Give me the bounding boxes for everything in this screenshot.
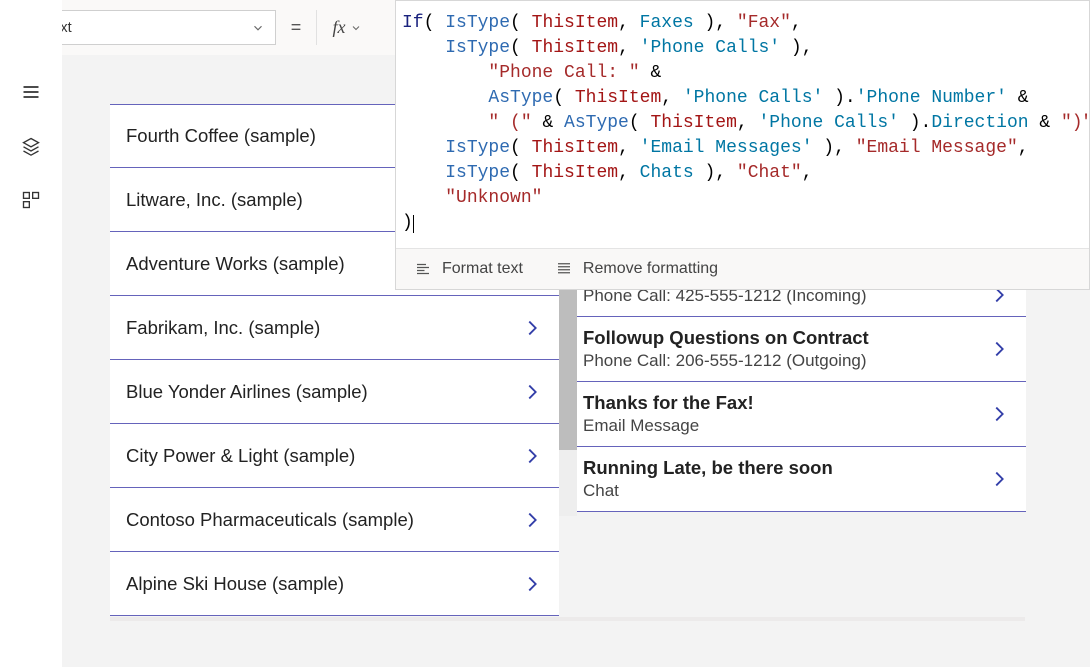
chevron-right-icon bbox=[521, 573, 543, 595]
format-text-icon bbox=[414, 260, 432, 278]
format-text-label: Format text bbox=[442, 260, 523, 278]
formula-bar-expanded: If( IsType( ThisItem, Faxes ), "Fax", Is… bbox=[395, 0, 1090, 290]
left-sidebar bbox=[0, 0, 62, 667]
justify-icon bbox=[555, 260, 573, 278]
activity-item[interactable]: Running Late, be there soon Chat bbox=[577, 447, 1026, 512]
fx-button[interactable]: fx bbox=[316, 10, 377, 45]
chevron-right-icon bbox=[521, 509, 543, 531]
components-button[interactable] bbox=[0, 178, 62, 222]
chevron-right-icon bbox=[988, 338, 1010, 360]
account-label: Alpine Ski House (sample) bbox=[126, 573, 521, 595]
activity-title: Thanks for the Fax! bbox=[583, 392, 988, 414]
activities-scrollbar-thumb[interactable] bbox=[559, 284, 577, 450]
formula-toolbar: Format text Remove formatting bbox=[396, 248, 1089, 289]
activity-title: Followup Questions on Contract bbox=[583, 327, 988, 349]
chevron-right-icon bbox=[521, 445, 543, 467]
activity-subtitle: Email Message bbox=[583, 416, 988, 436]
text-cursor bbox=[413, 215, 414, 233]
account-label: City Power & Light (sample) bbox=[126, 445, 521, 467]
account-label: Contoso Pharmaceuticals (sample) bbox=[126, 509, 521, 531]
layers-icon bbox=[21, 136, 41, 156]
format-text-button[interactable]: Format text bbox=[414, 260, 523, 278]
canvas-bottom-edge bbox=[110, 617, 1025, 621]
activity-item[interactable]: Thanks for the Fax! Email Message bbox=[577, 382, 1026, 447]
activity-title: Running Late, be there soon bbox=[583, 457, 988, 479]
hamburger-button[interactable] bbox=[0, 70, 62, 114]
chevron-right-icon bbox=[988, 403, 1010, 425]
equals-label: = bbox=[276, 17, 316, 38]
gallery-item[interactable]: Alpine Ski House (sample) bbox=[110, 552, 559, 616]
activities-scrollbar-track bbox=[559, 284, 577, 516]
activity-item[interactable]: Followup Questions on Contract Phone Cal… bbox=[577, 317, 1026, 382]
hamburger-icon bbox=[21, 82, 41, 102]
activity-subtitle: Chat bbox=[583, 481, 988, 501]
chevron-right-icon bbox=[988, 468, 1010, 490]
fx-icon: fx bbox=[333, 17, 346, 38]
layers-button[interactable] bbox=[0, 124, 62, 168]
gallery-item[interactable]: Blue Yonder Airlines (sample) bbox=[110, 360, 559, 424]
remove-formatting-button[interactable]: Remove formatting bbox=[555, 260, 718, 278]
chevron-down-icon bbox=[350, 22, 362, 34]
activity-subtitle: Phone Call: 206-555-1212 (Outgoing) bbox=[583, 351, 988, 371]
gallery-item[interactable]: Fabrikam, Inc. (sample) bbox=[110, 296, 559, 360]
chevron-down-icon bbox=[251, 21, 265, 35]
chevron-right-icon bbox=[521, 381, 543, 403]
property-dropdown[interactable]: Text bbox=[34, 10, 276, 45]
gallery-item[interactable]: City Power & Light (sample) bbox=[110, 424, 559, 488]
formula-editor[interactable]: If( IsType( ThisItem, Faxes ), "Fax", Is… bbox=[396, 1, 1089, 248]
activities-gallery: Phone Call: 425-555-1212 (Incoming) Foll… bbox=[577, 284, 1026, 512]
remove-formatting-label: Remove formatting bbox=[583, 260, 718, 278]
property-dropdown-label: Text bbox=[45, 20, 251, 36]
chevron-right-icon bbox=[521, 317, 543, 339]
grid-icon bbox=[21, 190, 41, 210]
account-label: Fabrikam, Inc. (sample) bbox=[126, 317, 521, 339]
gallery-item[interactable]: Contoso Pharmaceuticals (sample) bbox=[110, 488, 559, 552]
account-label: Blue Yonder Airlines (sample) bbox=[126, 381, 521, 403]
